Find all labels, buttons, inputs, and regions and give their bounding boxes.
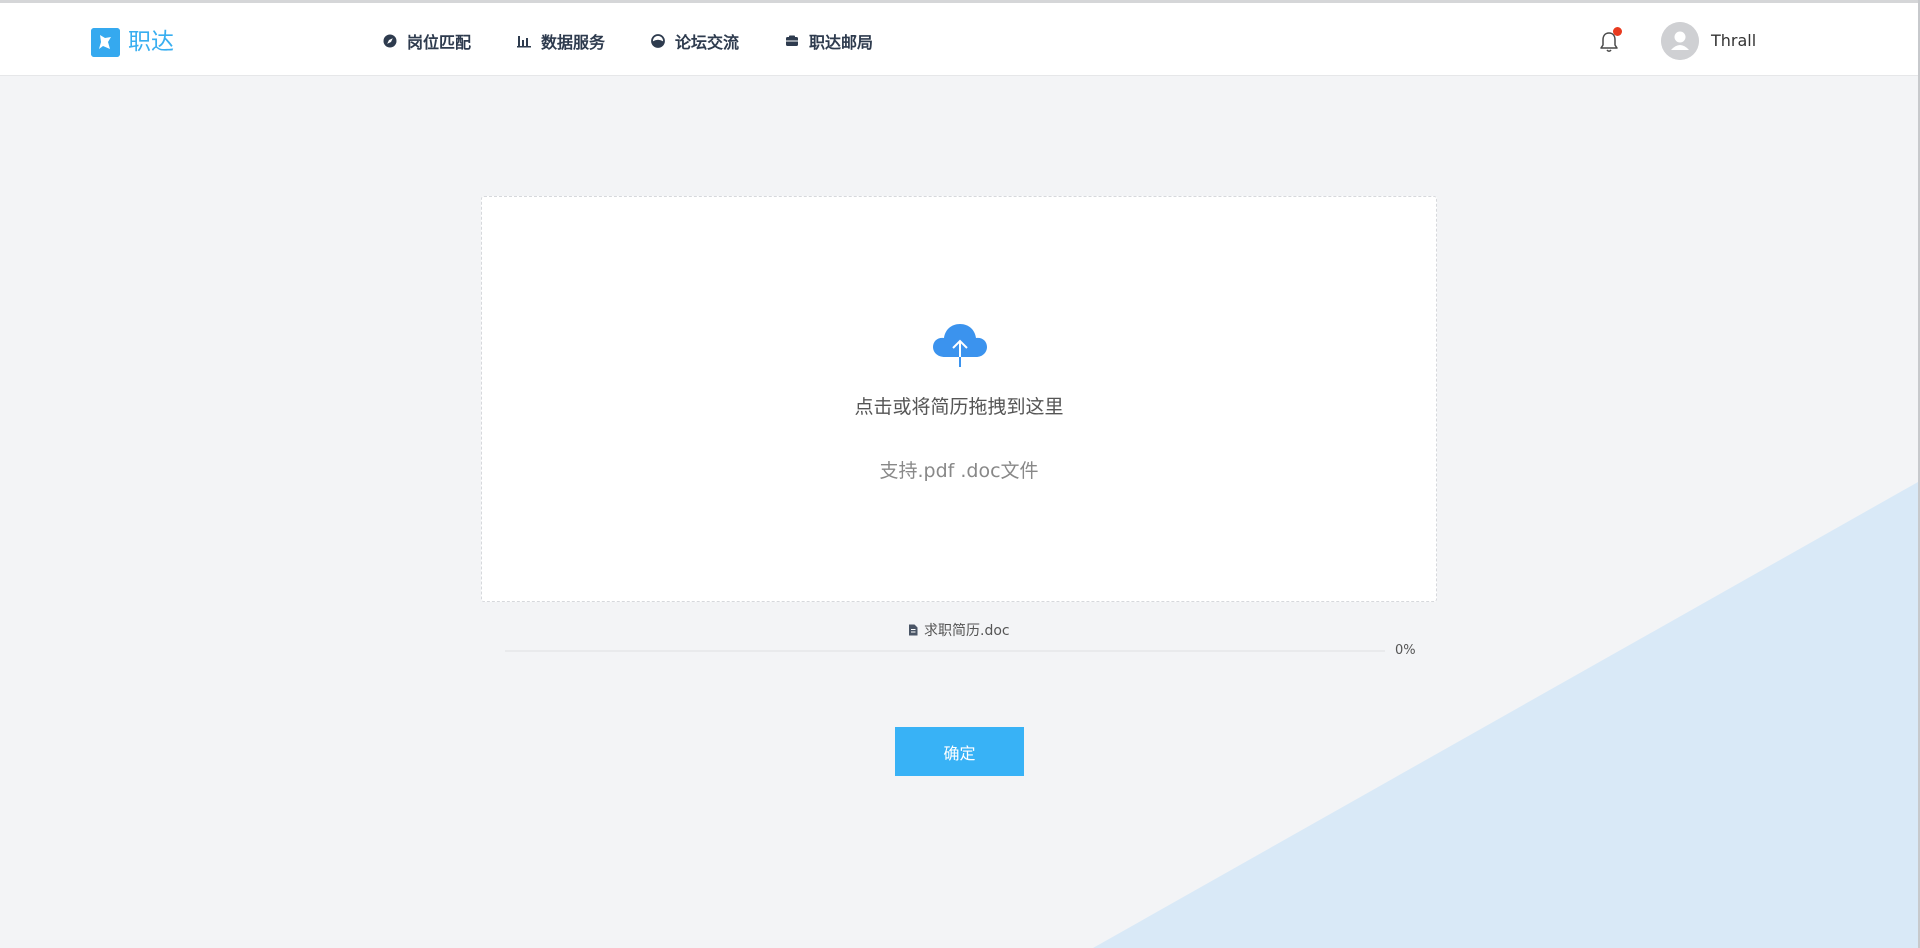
brand-logo[interactable]: 职达: [91, 28, 174, 57]
upload-progress-bar: [505, 650, 1385, 652]
upload-prompt: 点击或将简历拖拽到这里: [854, 396, 1064, 418]
nav-label: 岗位匹配: [407, 33, 472, 52]
confirm-button[interactable]: 确定: [895, 727, 1024, 776]
cloud-upload-icon: [933, 324, 987, 367]
resume-upload-dropzone[interactable]: 点击或将简历拖拽到这里 支持.pdf .doc文件: [481, 196, 1437, 602]
upload-hint: 支持.pdf .doc文件: [879, 460, 1039, 482]
nav-label: 数据服务: [541, 33, 606, 52]
forum-icon: [651, 34, 665, 48]
user-silhouette-icon: [1661, 22, 1699, 60]
top-navbar: 职达 岗位匹配 数据服务 论坛交流 职达邮局 Thrall: [0, 3, 1920, 76]
nav-label: 论坛交流: [675, 33, 740, 52]
nav-item-data-service[interactable]: 数据服务: [517, 29, 605, 53]
nav-label: 职达邮局: [809, 33, 874, 52]
mailbox-icon: [785, 34, 799, 48]
nav-item-job-match[interactable]: 岗位匹配: [383, 29, 471, 53]
upload-progress-percent: 0%: [1395, 643, 1416, 658]
file-icon: [909, 624, 918, 636]
main-nav: 岗位匹配 数据服务 论坛交流 职达邮局: [383, 25, 919, 57]
brand-name: 职达: [128, 29, 174, 55]
nav-item-forum[interactable]: 论坛交流: [651, 29, 739, 53]
logo-icon: [91, 28, 120, 57]
username[interactable]: Thrall: [1711, 30, 1756, 52]
nav-item-mailbox[interactable]: 职达邮局: [785, 29, 873, 53]
notification-badge: [1613, 27, 1622, 36]
page: 职达 岗位匹配 数据服务 论坛交流 职达邮局 Thrall 点击或将简历拖拽到这…: [0, 0, 1920, 948]
avatar[interactable]: [1661, 22, 1699, 60]
bar-chart-icon: [517, 34, 532, 48]
compass-icon: [383, 34, 397, 48]
uploaded-file-item[interactable]: 求职简历.doc: [908, 620, 1010, 640]
file-name: 求职简历.doc: [924, 623, 1010, 639]
